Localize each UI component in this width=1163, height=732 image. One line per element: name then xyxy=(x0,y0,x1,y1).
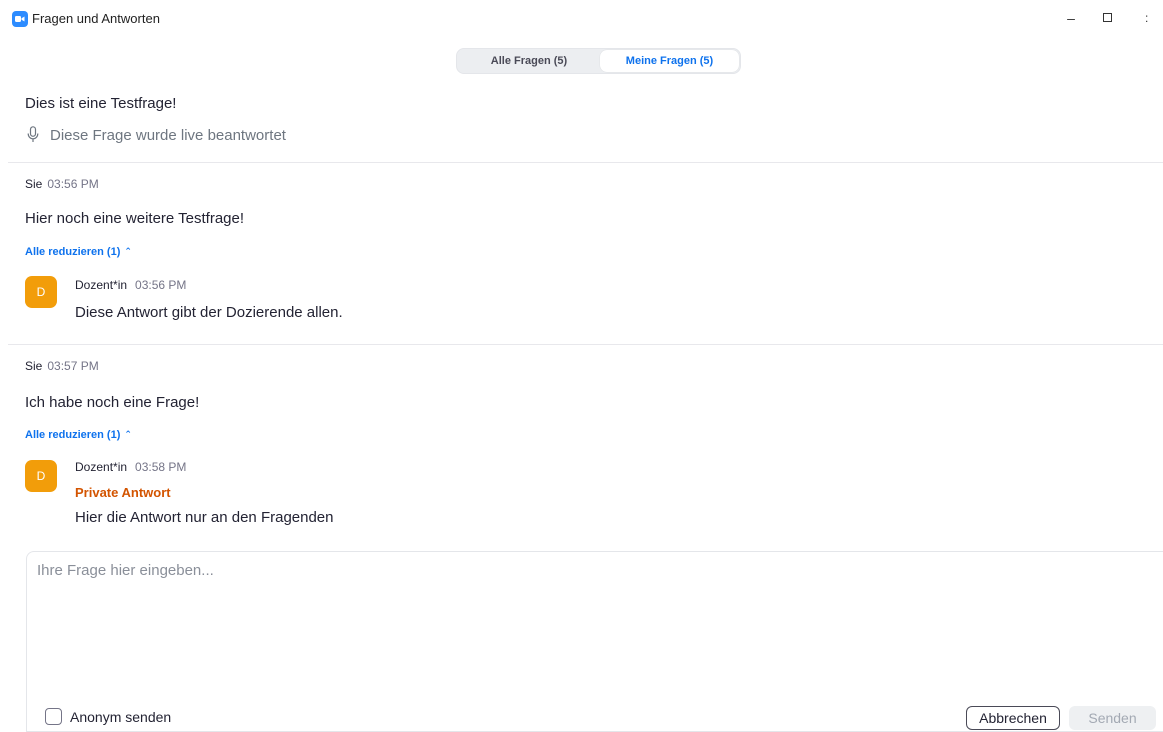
divider xyxy=(8,344,1163,345)
question-time: 03:56 PM xyxy=(47,177,99,191)
anonymous-label: Anonym senden xyxy=(70,709,172,725)
private-answer-label: Private Antwort xyxy=(75,485,171,500)
collapse-all-link[interactable]: Alle reduzieren (1) ⌃ xyxy=(25,429,132,441)
qa-tabs: Alle Fragen (5) Meine Fragen (5) xyxy=(456,48,741,74)
answer-meta: Dozent*in 03:58 PM xyxy=(75,460,186,474)
title-bar: Fragen und Antworten – : xyxy=(0,0,1163,36)
window-title: Fragen und Antworten xyxy=(32,11,160,26)
status-text: Diese Frage wurde live beantwortet xyxy=(50,127,286,144)
minimize-button[interactable]: – xyxy=(1060,7,1082,29)
tab-my-questions[interactable]: Meine Fragen (5) xyxy=(600,50,739,72)
answer-author: Dozent*in xyxy=(75,460,128,474)
anonymous-checkbox[interactable] xyxy=(45,708,62,725)
answer-meta: Dozent*in 03:56 PM xyxy=(75,278,186,292)
question-input[interactable] xyxy=(35,560,1135,700)
question-author: Sie xyxy=(25,359,43,373)
question-composer xyxy=(26,551,1163,732)
chevron-up-icon: ⌃ xyxy=(124,429,132,439)
question-meta: Sie 03:57 PM xyxy=(25,359,99,373)
zoom-camera-icon xyxy=(12,11,28,27)
answer-text: Hier die Antwort nur an den Fragenden xyxy=(75,509,334,526)
question-time: 03:57 PM xyxy=(47,359,99,373)
question-author: Sie xyxy=(25,177,43,191)
tab-all-questions[interactable]: Alle Fragen (5) xyxy=(458,50,600,72)
question-text: Hier noch eine weitere Testfrage! xyxy=(25,210,245,227)
maximize-button[interactable] xyxy=(1103,13,1112,22)
answer-time: 03:56 PM xyxy=(135,278,187,292)
question-text: Ich habe noch eine Frage! xyxy=(25,394,200,411)
cancel-button[interactable]: Abbrechen xyxy=(966,706,1060,730)
answer-text: Diese Antwort gibt der Dozierende allen. xyxy=(75,304,343,321)
send-button[interactable]: Senden xyxy=(1069,706,1156,730)
close-button[interactable]: : xyxy=(1145,8,1163,28)
collapse-label: Alle reduzieren (1) xyxy=(25,246,121,258)
answer-author: Dozent*in xyxy=(75,278,128,292)
microphone-icon xyxy=(27,126,39,148)
question-text: Dies ist eine Testfrage! xyxy=(25,95,177,112)
answer-time: 03:58 PM xyxy=(135,460,187,474)
divider xyxy=(8,162,1163,163)
collapse-label: Alle reduzieren (1) xyxy=(25,429,121,441)
collapse-all-link[interactable]: Alle reduzieren (1) ⌃ xyxy=(25,246,132,258)
avatar: D xyxy=(25,276,57,308)
question-meta: Sie 03:56 PM xyxy=(25,177,99,191)
chevron-up-icon: ⌃ xyxy=(124,246,132,256)
avatar: D xyxy=(25,460,57,492)
